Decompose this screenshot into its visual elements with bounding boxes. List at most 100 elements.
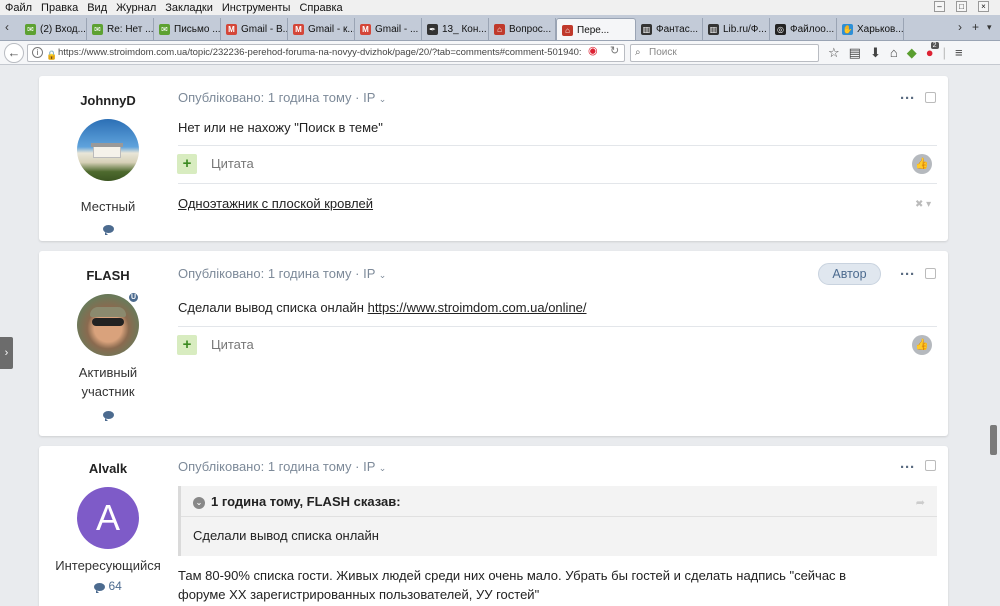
more-options-icon[interactable]: ··· — [900, 267, 915, 282]
post-meta: Опубліковано: 1 година тому · IP ⌄ — [178, 90, 386, 105]
menu-bookmarks[interactable]: Закладки — [165, 2, 213, 14]
comment-count[interactable]: 64 — [39, 579, 177, 593]
author-badge: Автор — [818, 263, 881, 285]
search-input[interactable]: ⌕ Поиск — [630, 44, 819, 62]
toolbar-icons: ☆ ▤ ⬇ ⌂ ◆ ● 2 | ≡ — [828, 42, 963, 61]
hand-icon: ✋ — [842, 24, 853, 35]
envelope-icon: ✉ — [25, 24, 36, 35]
home-icon[interactable]: ⌂ — [890, 45, 898, 61]
comment-count-value: 64 — [108, 579, 122, 593]
tab-10[interactable]: ▥ Lib.ru/Ф... — [703, 18, 770, 40]
menu-history[interactable]: Журнал — [116, 2, 156, 14]
tab-9[interactable]: ▥ Фантас... — [636, 18, 703, 40]
back-button[interactable]: ← — [4, 43, 24, 63]
more-options-icon[interactable]: ··· — [900, 91, 915, 106]
like-button[interactable]: 👍 — [912, 335, 932, 355]
reading-list-icon[interactable]: ▤ — [849, 45, 861, 61]
download-icon[interactable]: ⬇ — [870, 45, 881, 61]
signature-link[interactable]: Одноэтажник с плоской кровлей — [178, 196, 373, 211]
comment-count — [39, 407, 177, 421]
avatar[interactable] — [77, 119, 139, 181]
tab-scroll-left-icon[interactable]: ‹ — [5, 20, 9, 34]
post-author: Alvalk — [39, 461, 177, 476]
tab-8[interactable]: ⌂ Пере... — [556, 18, 636, 40]
quote-header[interactable]: ⌄ 1 година тому, FLASH сказав: — [193, 494, 401, 509]
post-date[interactable]: Опубліковано: 1 година тому · IP — [178, 90, 375, 105]
window-controls: – □ × — [934, 1, 998, 12]
scrollbar-thumb[interactable] — [990, 425, 997, 455]
pocket-icon[interactable]: ◉ — [588, 44, 598, 57]
tab-11[interactable]: ◎ Файлоо... — [770, 18, 837, 40]
chevron-down-icon[interactable]: ⌄ — [379, 463, 387, 473]
online-list-link[interactable]: https://www.stroimdom.com.ua/online/ — [368, 300, 587, 315]
post-alvalk: Alvalk A Интересующийся 64 Опубліковано:… — [39, 446, 948, 606]
tab-4[interactable]: M Gmail - к... — [288, 18, 355, 40]
like-button[interactable]: 👍 — [912, 154, 932, 174]
scrollbar[interactable] — [987, 66, 1000, 606]
info-icon[interactable]: i — [32, 47, 43, 58]
notification-icon[interactable]: ● 2 — [926, 42, 939, 61]
tab-list-icon[interactable]: ▾ — [987, 22, 992, 33]
tab-5[interactable]: M Gmail - ... — [355, 18, 422, 40]
menu-tools[interactable]: Инструменты — [222, 2, 291, 14]
author-role-line2: участник — [81, 384, 135, 399]
tab-6[interactable]: ✒ 13_ Кон... — [422, 18, 489, 40]
quote-button[interactable]: Цитата — [211, 337, 254, 352]
more-options-icon[interactable]: ··· — [900, 460, 915, 475]
select-checkbox[interactable] — [925, 92, 936, 103]
tab-label: Gmail - к... — [308, 24, 354, 35]
multiquote-plus-button[interactable]: + — [177, 335, 197, 355]
tab-label: (2) Вход... — [40, 24, 86, 35]
tab-scroll-right-icon[interactable]: › — [958, 20, 962, 34]
select-checkbox[interactable] — [925, 460, 936, 471]
url-bar[interactable]: i 🔒 https://www.stroimdom.com.ua/topic/2… — [27, 44, 625, 62]
author-name[interactable]: Alvalk — [39, 461, 177, 476]
divider — [178, 183, 937, 184]
comment-bubble-icon — [94, 582, 106, 593]
thumbs-up-icon: 👍 — [915, 339, 929, 351]
envelope-icon: ✉ — [92, 24, 103, 35]
quote-button[interactable]: Цитата — [211, 156, 254, 171]
tab-2[interactable]: ✉ Письмо ... — [154, 18, 221, 40]
post-date[interactable]: Опубліковано: 1 година тому · IP — [178, 459, 375, 474]
new-tab-icon[interactable]: + — [972, 20, 979, 34]
chevron-down-icon[interactable]: ⌄ — [379, 94, 387, 104]
chevron-down-icon[interactable]: ⌄ — [379, 270, 387, 280]
cap-photo — [90, 307, 126, 317]
menu-view[interactable]: Вид — [87, 2, 107, 14]
post-johnnyd: JohnnyD Местный Опубліковано: 1 година т… — [39, 76, 948, 241]
signature-close-icon[interactable]: ✖ ▾ — [915, 199, 931, 210]
house-icon: ⌂ — [562, 24, 573, 36]
collapse-chevron-icon[interactable]: ⌄ — [193, 497, 205, 509]
select-checkbox[interactable] — [925, 268, 936, 279]
sidebar-toggle-button[interactable]: › — [0, 337, 13, 369]
extension-icon[interactable]: ◆ — [907, 45, 917, 61]
close-icon[interactable]: × — [978, 1, 989, 12]
bookmark-star-icon[interactable]: ☆ — [828, 45, 840, 61]
menu-file[interactable]: Файл — [5, 2, 32, 14]
hamburger-menu-icon[interactable]: ≡ — [955, 45, 963, 61]
share-arrow-icon[interactable]: ➦ — [916, 496, 925, 509]
tab-label: Харьков... — [857, 24, 903, 35]
author-name[interactable]: JohnnyD — [39, 93, 177, 108]
post-text-line2: форуме ХХ зарегистрированных пользовател… — [178, 587, 540, 602]
menu-help[interactable]: Справка — [299, 2, 342, 14]
menu-edit[interactable]: Правка — [41, 2, 78, 14]
multiquote-plus-button[interactable]: + — [177, 154, 197, 174]
gmail-icon: M — [293, 24, 304, 35]
tab-0[interactable]: ✉ (2) Вход... — [20, 18, 87, 40]
reload-icon[interactable]: ↻ — [610, 44, 619, 57]
minimize-icon[interactable]: – — [934, 1, 945, 12]
tab-3[interactable]: M Gmail - В... — [221, 18, 288, 40]
author-name[interactable]: FLASH — [39, 268, 177, 283]
post-date[interactable]: Опубліковано: 1 година тому · IP — [178, 266, 375, 281]
sunglasses-photo — [92, 318, 124, 326]
quill-icon: ✒ — [427, 24, 438, 35]
gmail-icon: M — [226, 24, 237, 35]
tab-1[interactable]: ✉ Re: Нет ... — [87, 18, 154, 40]
tab-7[interactable]: ⌂ Вопрос... — [489, 18, 556, 40]
url-text: https://www.stroimdom.com.ua/topic/23223… — [58, 47, 582, 58]
avatar[interactable]: A — [77, 487, 139, 549]
maximize-icon[interactable]: □ — [956, 1, 967, 12]
tab-12[interactable]: ✋ Харьков... — [837, 18, 904, 40]
